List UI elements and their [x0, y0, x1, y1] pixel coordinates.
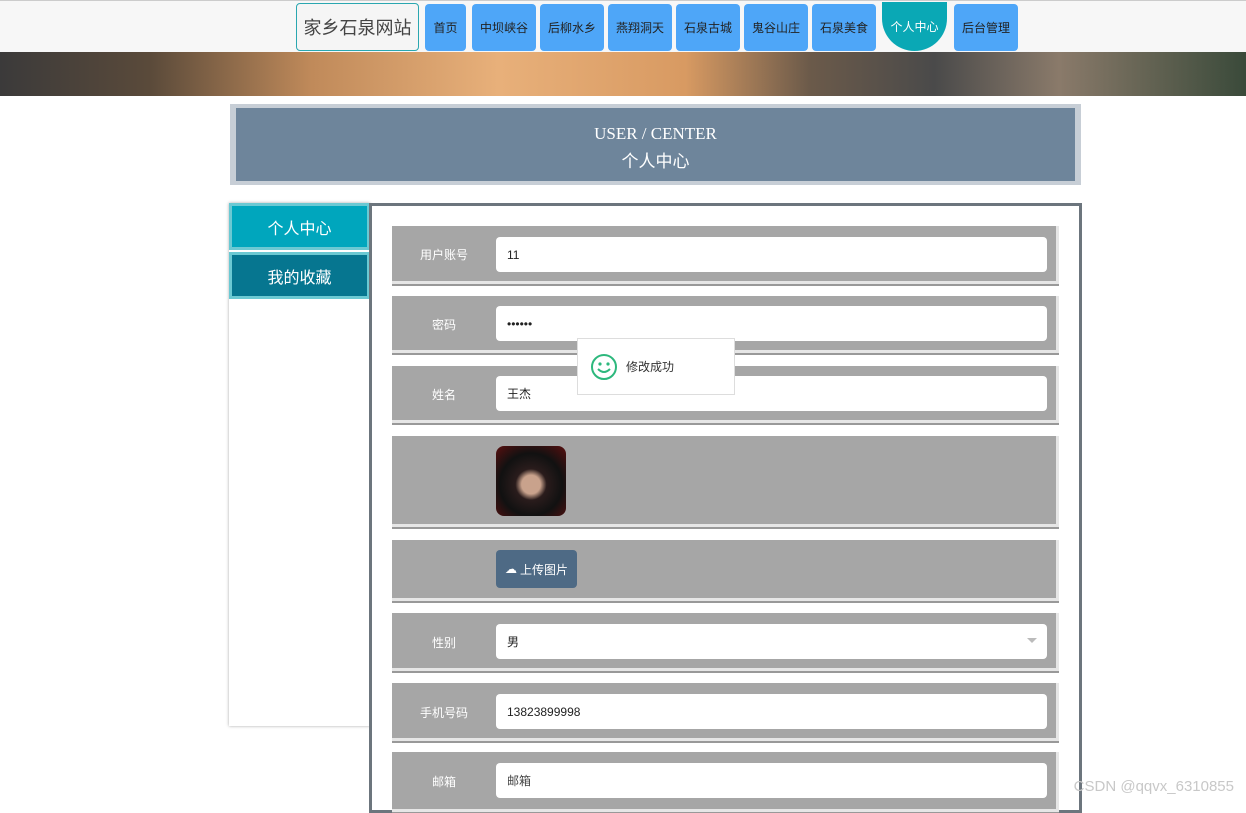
upload-button[interactable]: ☁ 上传图片: [496, 550, 577, 588]
site-brand[interactable]: 家乡石泉网站: [296, 3, 419, 51]
smile-icon: [591, 353, 617, 380]
header-zh: 个人中心: [621, 152, 690, 171]
nav-admin[interactable]: 后台管理: [954, 4, 1018, 51]
banner-image: [0, 52, 1246, 96]
label-email: 邮箱: [431, 775, 456, 789]
sidebar: 个人中心 我的收藏: [229, 203, 370, 726]
nav-yanxiang[interactable]: 燕翔洞天: [608, 4, 672, 51]
row-upload: ☁ 上传图片: [392, 540, 1059, 601]
label-gender: 性别: [431, 636, 456, 650]
row-gender: 性别 男: [392, 613, 1059, 671]
sidebar-item-user-center[interactable]: 个人中心: [229, 203, 370, 250]
label-account: 用户账号: [419, 248, 468, 262]
success-toast: 修改成功: [577, 338, 735, 395]
nav-guigu[interactable]: 鬼谷山庄: [744, 4, 808, 51]
label-password: 密码: [431, 318, 456, 332]
profile-form: 用户账号 11 密码 •••••• 姓名 王杰 ☁ 上传图片 性别 男 手机号码…: [369, 203, 1082, 813]
nav-gucheng[interactable]: 石泉古城: [676, 4, 740, 51]
phone-input[interactable]: 13823899998: [496, 694, 1047, 729]
nav-user-center[interactable]: 个人中心: [882, 2, 947, 51]
avatar: [496, 446, 566, 516]
toast-message: 修改成功: [626, 360, 675, 374]
row-account: 用户账号 11: [392, 226, 1059, 284]
gender-select[interactable]: 男: [496, 624, 1047, 659]
label-name: 姓名: [431, 388, 456, 402]
sidebar-item-favorites[interactable]: 我的收藏: [229, 252, 370, 299]
chevron-down-icon: [1027, 638, 1037, 643]
page-header: USER / CENTER 个人中心: [230, 104, 1081, 185]
password-input[interactable]: ••••••: [496, 306, 1047, 341]
row-email: 邮箱 邮箱: [392, 752, 1059, 812]
row-phone: 手机号码 13823899998: [392, 683, 1059, 741]
row-avatar: [392, 436, 1059, 527]
nav-zhongba[interactable]: 中坝峡谷: [472, 4, 536, 51]
nav-home[interactable]: 首页: [425, 4, 466, 51]
label-phone: 手机号码: [419, 706, 468, 720]
header-en: USER / CENTER: [594, 124, 717, 143]
nav-food[interactable]: 石泉美食: [812, 4, 876, 51]
email-input[interactable]: 邮箱: [496, 763, 1047, 798]
top-nav: 家乡石泉网站 首页 中坝峡谷 后柳水乡 燕翔洞天 石泉古城 鬼谷山庄 石泉美食 …: [0, 0, 1246, 52]
watermark: CSDN @qqvx_6310855: [1073, 778, 1234, 795]
upload-label: 上传图片: [519, 562, 568, 577]
cloud-upload-icon: ☁: [504, 562, 517, 576]
account-input[interactable]: 11: [496, 237, 1047, 272]
nav-houliu[interactable]: 后柳水乡: [540, 4, 604, 51]
gender-value: 男: [507, 635, 520, 649]
